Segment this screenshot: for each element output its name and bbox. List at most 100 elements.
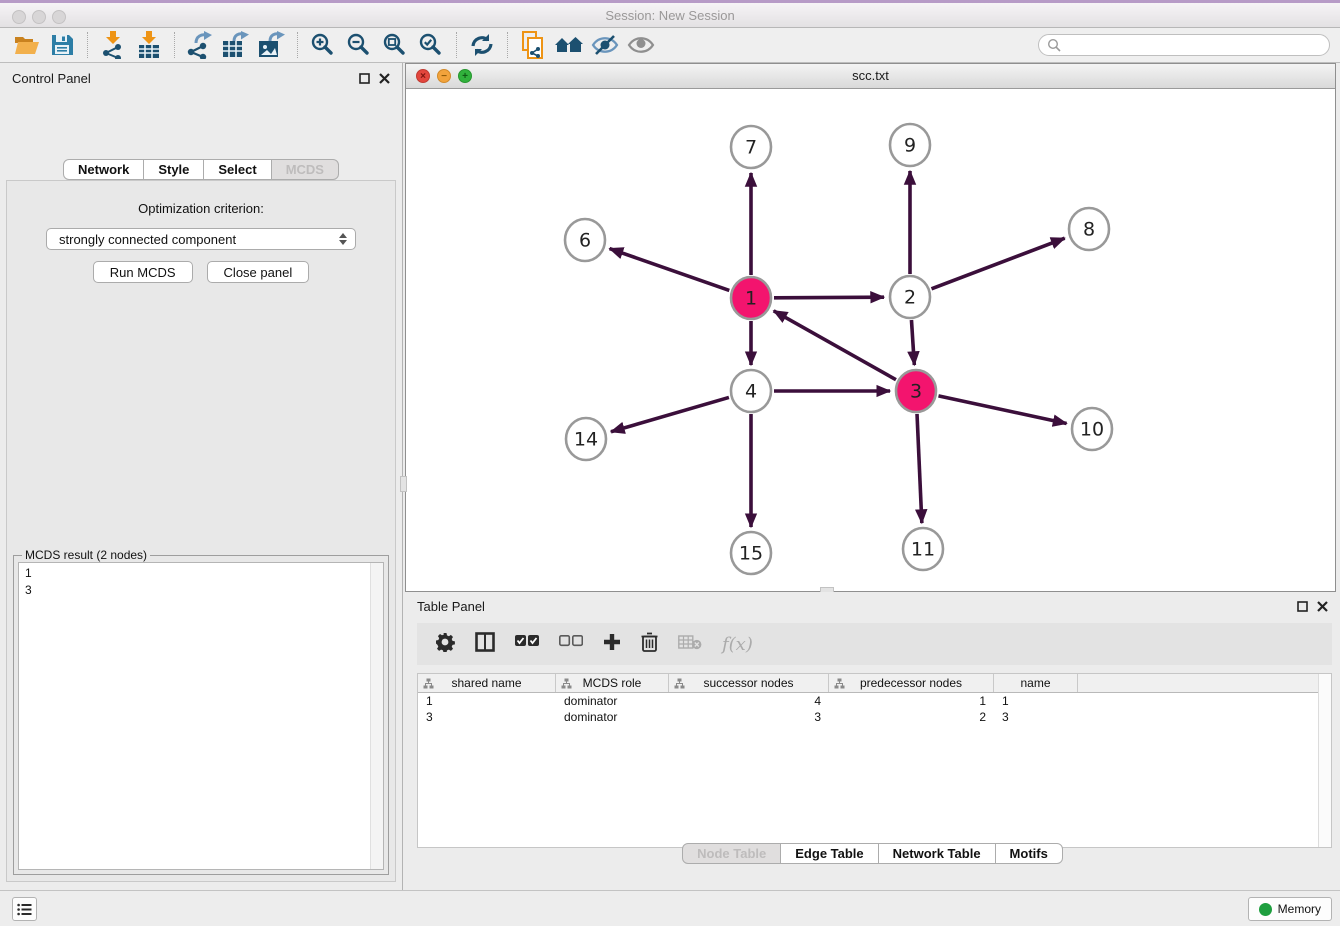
network-graph[interactable]: 7968124314101511 xyxy=(406,89,1335,591)
tab-mcds[interactable]: MCDS xyxy=(271,159,339,180)
column-header-shared-name[interactable]: shared name xyxy=(418,674,556,692)
mcds-result-group: MCDS result (2 nodes) 1 3 xyxy=(13,555,389,875)
search-icon xyxy=(1047,38,1062,53)
memory-label: Memory xyxy=(1278,902,1321,916)
tab-network-table[interactable]: Network Table xyxy=(878,843,996,864)
toolbar-separator xyxy=(174,32,175,58)
graph-edge-3-1[interactable] xyxy=(774,311,896,380)
tab-edge-table[interactable]: Edge Table xyxy=(780,843,878,864)
column-header-mcds-role[interactable]: MCDS role xyxy=(556,674,669,692)
float-panel-icon[interactable] xyxy=(359,73,370,84)
table-row[interactable]: 3 dominator 3 2 3 xyxy=(418,709,1331,725)
graph-node-label: 6 xyxy=(579,230,591,252)
hide-graphics-details-icon[interactable] xyxy=(587,30,623,60)
close-panel-icon[interactable] xyxy=(379,73,390,84)
graph-edge-2-8[interactable] xyxy=(932,238,1065,289)
tab-network[interactable]: Network xyxy=(63,159,144,180)
table-settings-gear-icon[interactable] xyxy=(435,632,455,657)
control-panel-tabs: Network Style Select MCDS xyxy=(0,159,402,180)
dropdown-selected-value: strongly connected component xyxy=(59,232,236,247)
select-all-columns-icon[interactable] xyxy=(515,635,539,653)
zoom-out-icon[interactable] xyxy=(341,30,377,60)
zoom-fit-icon[interactable] xyxy=(377,30,413,60)
table-toolbar: f(x) xyxy=(417,623,1332,665)
unselect-all-columns-icon[interactable] xyxy=(559,635,583,653)
graph-edge-2-3[interactable] xyxy=(911,320,914,365)
graph-node-label: 11 xyxy=(911,539,935,561)
toolbar-separator xyxy=(456,32,457,58)
graph-node-label: 15 xyxy=(739,543,763,565)
new-network-from-selection-icon[interactable] xyxy=(515,30,551,60)
create-column-plus-icon[interactable] xyxy=(603,633,621,656)
table-panel-tabs: Node Table Edge Table Network Table Moti… xyxy=(405,843,1340,864)
show-task-history-button[interactable] xyxy=(12,897,37,921)
graph-node-label: 1 xyxy=(745,288,757,310)
show-graphics-details-icon[interactable] xyxy=(623,30,659,60)
table-scrollbar[interactable] xyxy=(1318,674,1331,847)
toolbar-separator xyxy=(297,32,298,58)
delete-table-icon-disabled xyxy=(678,634,702,655)
graph-node-label: 7 xyxy=(745,137,757,159)
optimization-criterion-dropdown[interactable]: strongly connected component xyxy=(46,228,356,250)
tab-select[interactable]: Select xyxy=(203,159,271,180)
home-layout-icon[interactable] xyxy=(551,30,587,60)
column-type-icon xyxy=(834,678,845,689)
zoom-selected-icon[interactable] xyxy=(413,30,449,60)
delete-column-trash-icon[interactable] xyxy=(641,632,658,657)
import-table-icon[interactable] xyxy=(131,30,167,60)
column-header-name[interactable]: name xyxy=(994,674,1078,692)
network-canvas[interactable]: 7968124314101511 xyxy=(406,89,1335,591)
tab-motifs[interactable]: Motifs xyxy=(995,843,1063,864)
search-input[interactable] xyxy=(1062,36,1329,54)
node-table: shared name MCDS role successor nodes pr… xyxy=(417,673,1332,848)
save-session-icon[interactable] xyxy=(44,30,80,60)
run-mcds-button[interactable]: Run MCDS xyxy=(93,261,193,283)
table-panel-title: Table Panel xyxy=(417,599,485,614)
graph-edge-1-6[interactable] xyxy=(610,249,730,291)
mcds-result-values: 1 3 xyxy=(19,563,383,601)
memory-button[interactable]: Memory xyxy=(1248,897,1332,921)
column-header-predecessor-nodes[interactable]: predecessor nodes xyxy=(829,674,994,692)
control-panel-title: Control Panel xyxy=(12,71,91,86)
search-field[interactable] xyxy=(1038,34,1330,56)
tab-node-table[interactable]: Node Table xyxy=(682,843,781,864)
dropdown-stepper-icon xyxy=(339,233,347,245)
toolbar-separator xyxy=(507,32,508,58)
main-toolbar xyxy=(0,28,1340,63)
graph-node-label: 14 xyxy=(574,429,598,451)
mcds-panel-body: Optimization criterion: strongly connect… xyxy=(6,180,396,882)
open-file-icon[interactable] xyxy=(8,30,44,60)
tab-style[interactable]: Style xyxy=(143,159,204,180)
column-panel-icon[interactable] xyxy=(475,632,495,657)
panel-splitter-handle[interactable] xyxy=(400,476,407,492)
close-panel-icon[interactable] xyxy=(1317,601,1328,612)
graph-node-label: 3 xyxy=(910,381,922,403)
export-network-icon[interactable] xyxy=(182,30,218,60)
column-header-successor-nodes[interactable]: successor nodes xyxy=(669,674,829,692)
window-title: Session: New Session xyxy=(0,8,1340,23)
graph-edge-1-2[interactable] xyxy=(774,297,884,298)
table-row[interactable]: 1 dominator 4 1 1 xyxy=(418,693,1331,709)
export-image-icon[interactable] xyxy=(254,30,290,60)
refresh-view-icon[interactable] xyxy=(464,30,500,60)
toolbar-separator xyxy=(87,32,88,58)
graph-edge-3-11[interactable] xyxy=(917,414,922,523)
memory-status-icon xyxy=(1259,903,1272,916)
table-panel: Table Panel xyxy=(405,592,1340,890)
import-network-icon[interactable] xyxy=(95,30,131,60)
app-window: Session: New Session xyxy=(0,0,1340,926)
graph-edge-3-10[interactable] xyxy=(938,396,1066,424)
graph-edge-4-14[interactable] xyxy=(611,397,729,431)
close-panel-button[interactable]: Close panel xyxy=(207,261,310,283)
zoom-in-icon[interactable] xyxy=(305,30,341,60)
network-view-titlebar[interactable]: × − + scc.txt xyxy=(406,64,1335,89)
graph-node-label: 4 xyxy=(745,381,757,403)
task-list-icon xyxy=(17,903,32,916)
export-table-icon[interactable] xyxy=(218,30,254,60)
network-view-frame: × − + scc.txt 7968124314101511 xyxy=(405,63,1336,592)
float-panel-icon[interactable] xyxy=(1297,601,1308,612)
mcds-result-textarea[interactable]: 1 3 xyxy=(18,562,384,870)
status-bar: Memory xyxy=(0,890,1340,926)
column-type-icon xyxy=(674,678,685,689)
result-scrollbar[interactable] xyxy=(370,563,383,869)
